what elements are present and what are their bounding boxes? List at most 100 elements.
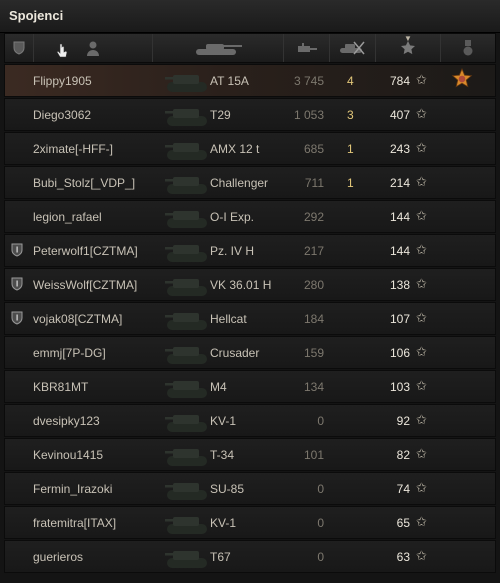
player-row[interactable]: legion_rafael O-I Exp. 292 144 ✩ bbox=[4, 200, 496, 233]
player-row[interactable]: vojak08[CZTMA] Hellcat 184 107 ✩ bbox=[4, 302, 496, 335]
team-panel: Spojenci ▼ Flippy1905 AT 15A 3 745 4 784… bbox=[0, 0, 500, 583]
sort-caret-icon: ▼ bbox=[404, 34, 412, 43]
xp-value: 92 bbox=[396, 414, 410, 428]
player-row[interactable]: 2ximate[-HFF-] AMX 12 t 685 1 243 ✩ bbox=[4, 132, 496, 165]
damage-value: 0 bbox=[317, 550, 324, 564]
tank-icon bbox=[196, 44, 242, 55]
player-name: emmj[7P-DG] bbox=[33, 346, 106, 360]
damage-value: 217 bbox=[303, 244, 324, 258]
star-icon: ✩ bbox=[416, 242, 427, 257]
player-row[interactable]: WeissWolf[CZTMA] VK 36.01 H 280 138 ✩ bbox=[4, 268, 496, 301]
vehicle-name: O-I Exp. bbox=[210, 210, 255, 224]
column-vehicle[interactable] bbox=[153, 34, 284, 62]
platoon-icon bbox=[11, 311, 23, 325]
damage-value: 0 bbox=[317, 414, 324, 428]
vehicle-name: Crusader bbox=[210, 346, 260, 360]
xp-value: 106 bbox=[389, 346, 410, 360]
vehicle-name: KV-1 bbox=[210, 516, 237, 530]
damage-value: 101 bbox=[303, 448, 324, 462]
xp-value: 138 bbox=[389, 278, 410, 292]
player-name: guerieros bbox=[33, 550, 84, 564]
player-row[interactable]: Diego3062 T29 1 053 3 407 ✩ bbox=[4, 98, 496, 131]
vehicle-name: Pz. IV H bbox=[210, 244, 255, 258]
player-name: fratemitra[ITAX] bbox=[33, 516, 117, 530]
player-row[interactable]: fratemitra[ITAX] KV-1 0 65 ✩ bbox=[4, 506, 496, 539]
player-name: WeissWolf[CZTMA] bbox=[33, 278, 138, 292]
kills-value: 1 bbox=[347, 142, 354, 156]
vehicle-name: SU-85 bbox=[210, 482, 245, 496]
vehicle-name: T-34 bbox=[210, 448, 235, 462]
star-icon: ✩ bbox=[416, 106, 427, 121]
star-icon: ✩ bbox=[416, 174, 427, 189]
star-icon: ✩ bbox=[416, 208, 427, 223]
star-icon: ✩ bbox=[416, 446, 427, 461]
player-row[interactable]: KBR81MT M4 134 103 ✩ bbox=[4, 370, 496, 403]
damage-value: 685 bbox=[303, 142, 324, 156]
xp-value: 65 bbox=[396, 516, 410, 530]
damage-value: 711 bbox=[304, 176, 324, 190]
xp-value: 74 bbox=[396, 482, 410, 496]
xp-value: 243 bbox=[389, 142, 410, 156]
column-medal[interactable] bbox=[441, 34, 495, 62]
player-row[interactable]: Peterwolf1[CZTMA] Pz. IV H 217 144 ✩ bbox=[4, 234, 496, 267]
player-row[interactable]: Bubi_Stolz[_VDP_] Challenger 711 1 214 ✩ bbox=[4, 166, 496, 199]
cursor-icon bbox=[56, 43, 68, 58]
xp-value: 407 bbox=[389, 108, 410, 122]
player-name: Peterwolf1[CZTMA] bbox=[33, 244, 138, 258]
destroyed-tank-icon bbox=[339, 41, 365, 55]
player-name: Bubi_Stolz[_VDP_] bbox=[33, 176, 136, 190]
kills-value: 1 bbox=[347, 176, 354, 190]
vehicle-name: AMX 12 t bbox=[210, 142, 260, 156]
star-icon: ✩ bbox=[416, 548, 427, 563]
vehicle-name: VK 36.01 H bbox=[210, 278, 272, 292]
player-row[interactable]: Fermin_Irazoki SU-85 0 74 ✩ bbox=[4, 472, 496, 505]
column-xp[interactable]: ▼ bbox=[376, 34, 441, 62]
xp-value: 214 bbox=[389, 176, 410, 190]
xp-value: 82 bbox=[396, 448, 410, 462]
column-damage[interactable] bbox=[284, 34, 330, 62]
player-row[interactable]: dvesipky123 KV-1 0 92 ✩ bbox=[4, 404, 496, 437]
star-icon: ✩ bbox=[416, 514, 427, 529]
xp-value: 103 bbox=[389, 380, 410, 394]
platoon-icon bbox=[11, 277, 23, 291]
kills-value: 4 bbox=[347, 74, 354, 88]
player-name: KBR81MT bbox=[33, 380, 89, 394]
player-row-self[interactable]: Flippy1905 AT 15A 3 745 4 784 ✩ bbox=[4, 64, 496, 97]
vehicle-name: M4 bbox=[210, 380, 227, 394]
shield-icon bbox=[13, 41, 25, 55]
star-icon: ✩ bbox=[416, 276, 427, 291]
medal-icon[interactable] bbox=[450, 68, 474, 92]
vehicle-name: KV-1 bbox=[210, 414, 237, 428]
vehicle-name: T67 bbox=[210, 550, 231, 564]
star-icon: ✩ bbox=[416, 72, 427, 87]
player-name: Diego3062 bbox=[33, 108, 92, 122]
player-list: Flippy1905 AT 15A 3 745 4 784 ✩ Diego3062 T29 1 … bbox=[4, 64, 496, 574]
player-name: 2ximate[-HFF-] bbox=[33, 142, 114, 156]
column-header: ▼ bbox=[4, 33, 496, 63]
vehicle-name: Hellcat bbox=[210, 312, 247, 326]
damage-value: 0 bbox=[317, 482, 324, 496]
star-icon: ✩ bbox=[416, 140, 427, 155]
player-name: Fermin_Irazoki bbox=[33, 482, 113, 496]
gun-icon bbox=[297, 43, 317, 52]
star-icon: ✩ bbox=[416, 310, 427, 325]
damage-value: 280 bbox=[303, 278, 324, 292]
star-icon: ✩ bbox=[416, 378, 427, 393]
xp-value: 144 bbox=[389, 244, 410, 258]
panel-title: Spojenci bbox=[9, 8, 64, 23]
column-platoon[interactable] bbox=[5, 34, 34, 62]
player-row[interactable]: guerieros T67 0 63 ✩ bbox=[4, 540, 496, 573]
player-row[interactable]: emmj[7P-DG] Crusader 159 106 ✩ bbox=[4, 336, 496, 369]
damage-value: 0 bbox=[317, 516, 324, 530]
player-row[interactable]: Kevinou1415 T-34 101 82 ✩ bbox=[4, 438, 496, 471]
damage-value: 184 bbox=[303, 312, 324, 326]
damage-value: 159 bbox=[303, 346, 324, 360]
vehicle-name: T29 bbox=[210, 108, 231, 122]
column-player[interactable] bbox=[34, 34, 153, 62]
person-icon bbox=[87, 41, 99, 56]
column-kills[interactable] bbox=[330, 34, 376, 62]
medal-icon bbox=[463, 40, 473, 56]
vehicle-name: AT 15A bbox=[210, 74, 249, 88]
kills-value: 3 bbox=[347, 108, 354, 122]
star-icon: ✩ bbox=[416, 344, 427, 359]
